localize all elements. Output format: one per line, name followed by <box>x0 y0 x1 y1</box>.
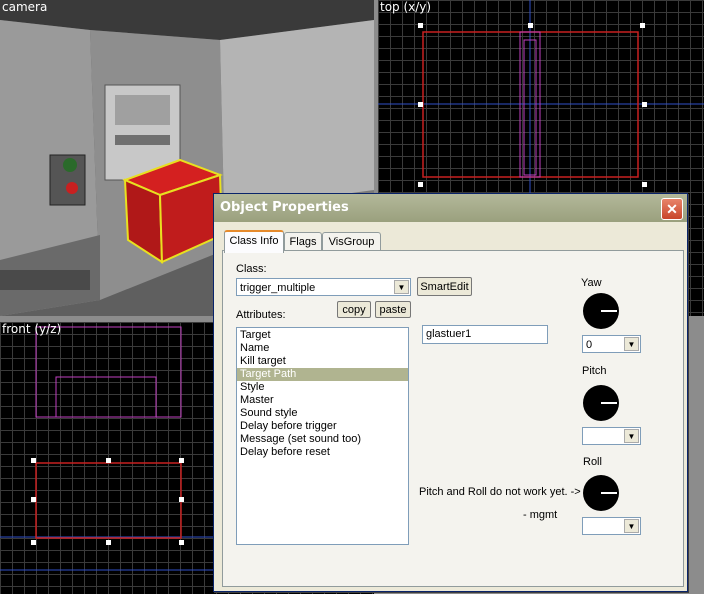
attribute-value-input[interactable]: glastuer1 <box>422 325 548 344</box>
list-item[interactable]: Message (set sound too) <box>237 433 408 446</box>
chevron-down-icon[interactable]: ▼ <box>394 280 409 294</box>
class-label: Class: <box>236 263 267 275</box>
pitch-label: Pitch <box>582 365 607 377</box>
list-item[interactable]: Name <box>237 342 408 355</box>
smartedit-button[interactable]: SmartEdit <box>417 277 472 296</box>
list-item[interactable]: Master <box>237 394 408 407</box>
roll-select[interactable]: ▼ <box>582 517 641 535</box>
tab-flags[interactable]: Flags <box>284 232 322 251</box>
copy-button[interactable]: copy <box>337 301 371 318</box>
pitch-select[interactable]: ▼ <box>582 427 641 445</box>
list-item[interactable]: Target <box>237 329 408 342</box>
yaw-value: 0 <box>586 339 593 351</box>
list-item[interactable]: Kill target <box>237 355 408 368</box>
chevron-down-icon[interactable]: ▼ <box>624 519 639 533</box>
dialog-title: Object Properties <box>220 200 349 215</box>
yaw-select[interactable]: 0 ▼ <box>582 335 641 353</box>
camera-label: camera <box>2 0 48 14</box>
chevron-down-icon[interactable]: ▼ <box>624 429 639 443</box>
chevron-down-icon[interactable]: ▼ <box>624 337 639 351</box>
top-label: top (x/y) <box>380 0 432 14</box>
mgmt-signature: - mgmt <box>523 509 558 521</box>
dialog-titlebar[interactable]: Object Properties <box>214 194 687 222</box>
pitch-roll-note: Pitch and Roll do not work yet. -> <box>419 486 581 498</box>
attributes-label: Attributes: <box>236 309 286 321</box>
class-value: trigger_multiple <box>240 282 316 294</box>
roll-dial[interactable] <box>583 475 619 511</box>
pitch-dial[interactable] <box>583 385 619 421</box>
yaw-label: Yaw <box>581 277 602 289</box>
attributes-list[interactable]: Target Name Kill target Target Path Styl… <box>236 327 409 545</box>
roll-label: Roll <box>583 456 602 468</box>
yaw-dial[interactable] <box>583 293 619 329</box>
list-item[interactable]: Sound style <box>237 407 408 420</box>
tab-visgroup[interactable]: VisGroup <box>322 232 381 251</box>
tab-class-info[interactable]: Class Info <box>224 230 284 253</box>
list-item[interactable]: Delay before trigger <box>237 420 408 433</box>
list-item[interactable]: Delay before reset <box>237 446 408 459</box>
list-item-selected[interactable]: Target Path <box>237 368 408 381</box>
paste-button[interactable]: paste <box>375 301 411 318</box>
object-properties-dialog: Object Properties ✕ Class Info Flags Vis… <box>213 193 688 592</box>
list-item[interactable]: Style <box>237 381 408 394</box>
front-label: front (y/z) <box>2 322 62 336</box>
close-button[interactable]: ✕ <box>661 198 683 220</box>
class-select[interactable]: trigger_multiple ▼ <box>236 278 411 296</box>
